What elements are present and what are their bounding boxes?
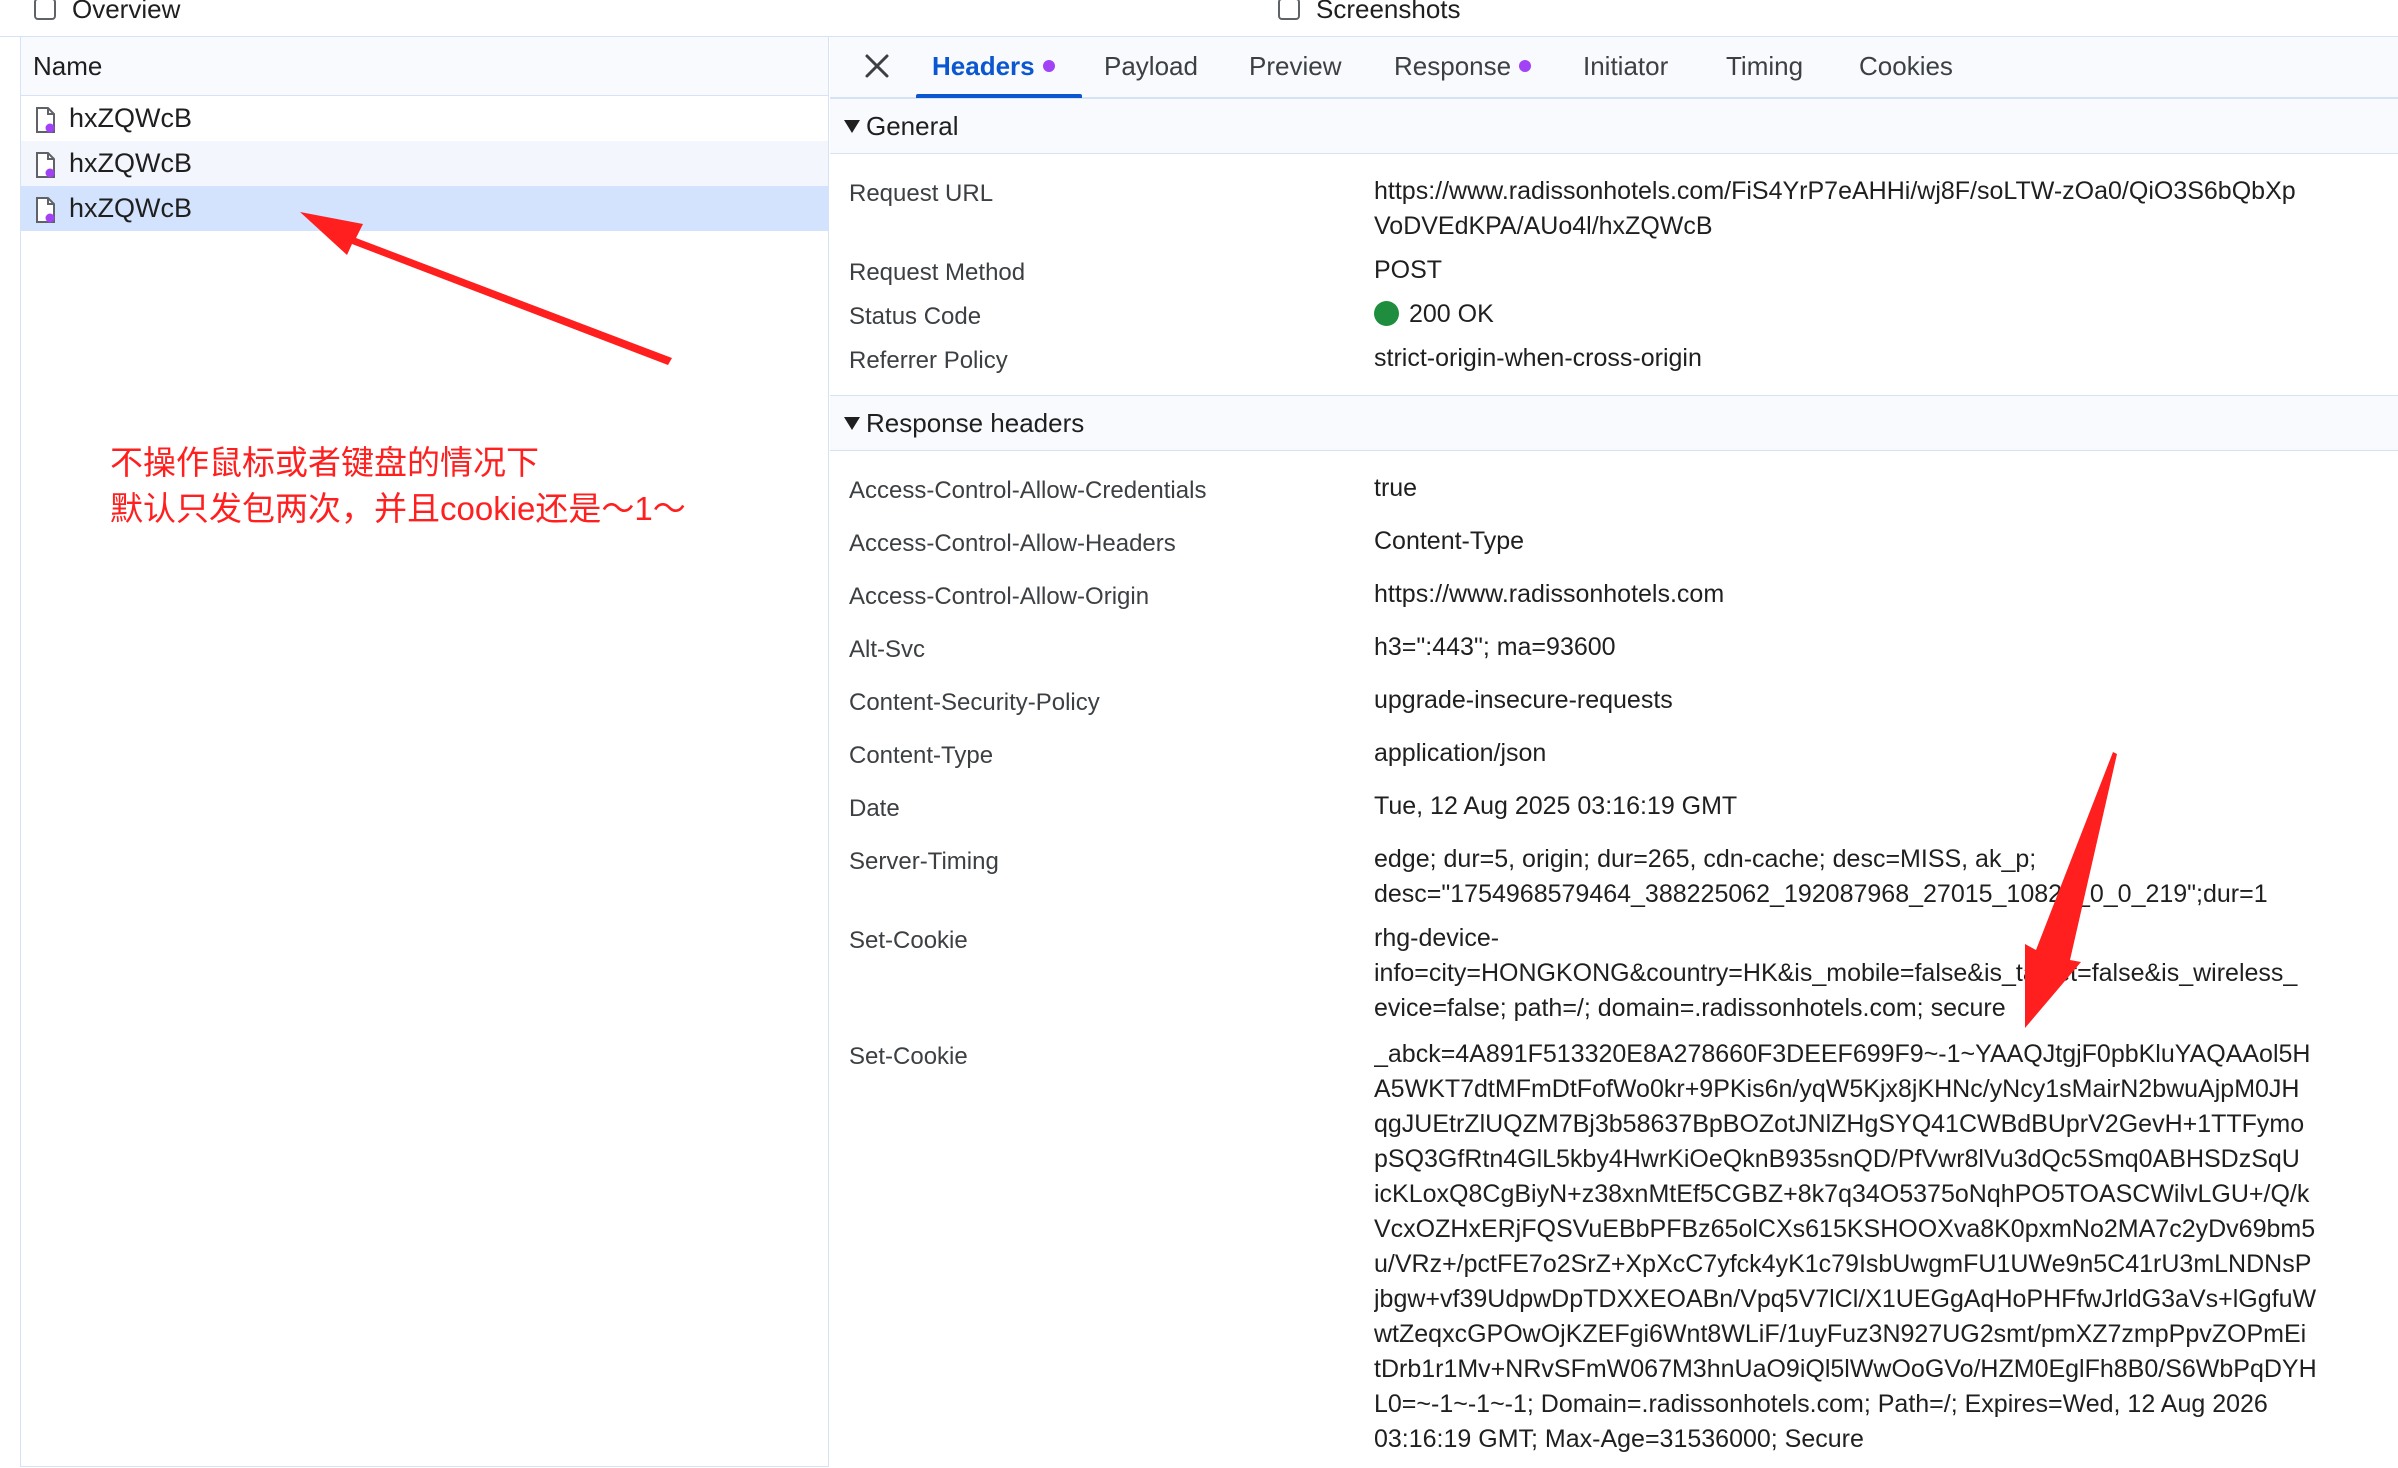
name-column-label: Name	[33, 50, 103, 81]
request-list-panel: Name hxZQWcB hxZQWcB hxZQWcB	[20, 37, 829, 1467]
status-ok-icon	[1374, 301, 1399, 326]
header-key: Request URL	[849, 180, 994, 207]
tab-payload[interactable]: Payload	[1104, 37, 1198, 95]
header-key: Access-Control-Allow-Credentials	[849, 477, 1207, 504]
collapse-triangle-icon	[844, 119, 860, 133]
header-value[interactable]: strict-origin-when-cross-origin	[1374, 341, 2398, 376]
document-icon	[35, 151, 55, 178]
header-value[interactable]: h3=":443"; ma=93600	[1374, 630, 2398, 665]
tab-response[interactable]: Response	[1394, 37, 1532, 95]
value-line: tDrb1r1Mv+NRvSFmW067M3hnUaO9iQl5lWwOoGVo…	[1374, 1355, 2317, 1383]
screenshots-label: Screenshots	[1316, 0, 1461, 24]
header-value[interactable]: application/json	[1374, 736, 2398, 771]
modified-dot-icon	[1519, 60, 1532, 72]
request-details-panel: Headers Payload Preview Response Initiat…	[830, 37, 2398, 1468]
header-value[interactable]: Content-Type	[1374, 524, 2398, 559]
header-value[interactable]: edge; dur=5, origin; dur=265, cdn-cache;…	[1374, 842, 2398, 912]
value-line: A5WKT7dtMFmDtFofWo0kr+9PKis6n/yqW5Kjx8jK…	[1374, 1075, 2300, 1103]
value-line: pSQ3GfRtn4GlL5kby4HwrKiOeQknB935snQD/PfV…	[1374, 1145, 2300, 1173]
general-section-header[interactable]: General	[830, 98, 2398, 154]
status-text: 200 OK	[1409, 300, 1494, 328]
value-line: edge; dur=5, origin; dur=265, cdn-cache;…	[1374, 845, 2037, 873]
header-key: Alt-Svc	[849, 636, 926, 663]
value-line: VoDVEdKPA/AUo4l/hxZQWcB	[1374, 212, 1713, 240]
tab-label: Initiator	[1583, 50, 1669, 81]
document-icon	[35, 106, 55, 133]
overview-label: Overview	[72, 0, 181, 24]
tab-timing[interactable]: Timing	[1726, 37, 1803, 95]
value-line: 03:16:19 GMT; Max-Age=31536000; Secure	[1374, 1425, 1864, 1453]
header-key: Request Method	[849, 259, 1026, 286]
screenshots-checkbox[interactable]: Screenshots	[1278, 0, 1461, 24]
close-icon[interactable]	[860, 49, 894, 83]
section-title: Response headers	[866, 407, 1085, 438]
header-value[interactable]: https://www.radissonhotels.com	[1374, 577, 2398, 612]
value-line: wtZeqxcGPOwOjKZEFgi6Wnt8WLiF/1uyFuz3N927…	[1374, 1320, 2307, 1348]
tab-label: Response	[1394, 50, 1512, 81]
value-line: rhg-device-	[1374, 924, 1500, 952]
request-row[interactable]: hxZQWcB	[21, 96, 828, 141]
header-value[interactable]: POST	[1374, 253, 2398, 288]
value-line: info=city=HONGKONG&country=HK&is_mobile=…	[1374, 959, 2298, 987]
tab-label: Payload	[1104, 50, 1198, 81]
top-toolbar: Overview Screenshots	[0, 0, 2398, 37]
request-name: hxZQWcB	[69, 103, 193, 133]
collapse-triangle-icon	[844, 416, 860, 430]
name-column-header[interactable]: Name	[21, 37, 828, 96]
value-line: qgJUEtrZlUQZM7Bj3b58637BpBOZotJNlZHgSYQ4…	[1374, 1110, 2305, 1138]
value-line: VcxOZHxERjFQSVuEBbPFBz65olCXs615KSHOOXva…	[1374, 1215, 2316, 1243]
request-name: hxZQWcB	[69, 148, 193, 178]
header-key: Access-Control-Allow-Origin	[849, 583, 1150, 610]
tab-initiator[interactable]: Initiator	[1583, 37, 1668, 95]
tab-label: Timing	[1726, 50, 1804, 81]
header-key: Referrer Policy	[849, 347, 1008, 374]
header-value[interactable]: rhg-device- info=city=HONGKONG&country=H…	[1374, 921, 2398, 1026]
overview-checkbox[interactable]: Overview	[34, 0, 180, 24]
modified-dot-icon	[1042, 60, 1055, 72]
tab-headers[interactable]: Headers	[932, 37, 1055, 95]
header-value[interactable]: https://www.radissonhotels.com/FiS4YrP7e…	[1374, 174, 2398, 244]
header-key: Content-Type	[849, 742, 994, 769]
tab-label: Preview	[1249, 50, 1342, 81]
header-value[interactable]: true	[1374, 471, 2398, 506]
request-name: hxZQWcB	[69, 193, 193, 223]
header-key: Set-Cookie	[849, 927, 968, 954]
value-line: evice=false; path=/; domain=.radissonhot…	[1374, 994, 2006, 1022]
value-line: u/VRz+/pctFE7o2SrZ+XpXcC7yfck4yK1c79IsbU…	[1374, 1250, 2312, 1278]
value-line: https://www.radissonhotels.com/FiS4YrP7e…	[1374, 177, 2296, 205]
checkbox-box[interactable]	[1278, 0, 1300, 20]
tab-label: Cookies	[1859, 50, 1953, 81]
header-key: Server-Timing	[849, 848, 999, 875]
header-key: Date	[849, 795, 900, 822]
value-line: icKLoxQ8CgBiyN+z38xnMtEf5CGBZ+8k7q34O537…	[1374, 1180, 2310, 1208]
section-title: General	[866, 110, 959, 141]
header-key: Status Code	[849, 303, 982, 330]
value-line: L0=~-1~-1~-1; Domain=.radissonhotels.com…	[1374, 1390, 2268, 1418]
header-value[interactable]: Tue, 12 Aug 2025 03:16:19 GMT	[1374, 789, 2398, 824]
annotation-line: 不操作鼠标或者键盘的情况下	[110, 444, 539, 481]
tab-cookies[interactable]: Cookies	[1859, 37, 1953, 95]
header-key: Set-Cookie	[849, 1043, 968, 1070]
details-tab-bar: Headers Payload Preview Response Initiat…	[830, 37, 2398, 98]
header-key: Content-Security-Policy	[849, 689, 1100, 716]
header-key: Access-Control-Allow-Headers	[849, 530, 1176, 557]
header-value[interactable]: _abck=4A891F513320E8A278660F3DEEF699F9~-…	[1374, 1037, 2398, 1457]
annotation-text: 不操作鼠标或者键盘的情况下 默认只发包两次，并且cookie还是～1～	[110, 440, 686, 532]
header-value[interactable]: upgrade-insecure-requests	[1374, 683, 2398, 718]
value-line: desc="1754968579464_388225062_192087968_…	[1374, 880, 2268, 908]
tab-preview[interactable]: Preview	[1249, 37, 1341, 95]
value-line: _abck=4A891F513320E8A278660F3DEEF699F9~-…	[1374, 1040, 2311, 1068]
annotation-line: 默认只发包两次，并且cookie还是～1～	[110, 490, 686, 527]
request-row[interactable]: hxZQWcB	[21, 141, 828, 186]
value-line: jbgw+vf39UdpwDpTDXXEOABn/Vpq5V7lCl/X1UEG…	[1374, 1285, 2317, 1313]
tab-label: Headers	[932, 50, 1035, 81]
document-icon	[35, 196, 55, 223]
request-row-selected[interactable]: hxZQWcB	[21, 186, 828, 231]
response-headers-section-header[interactable]: Response headers	[830, 395, 2398, 451]
checkbox-box[interactable]	[34, 0, 56, 20]
header-value[interactable]: 200 OK	[1374, 297, 2398, 332]
